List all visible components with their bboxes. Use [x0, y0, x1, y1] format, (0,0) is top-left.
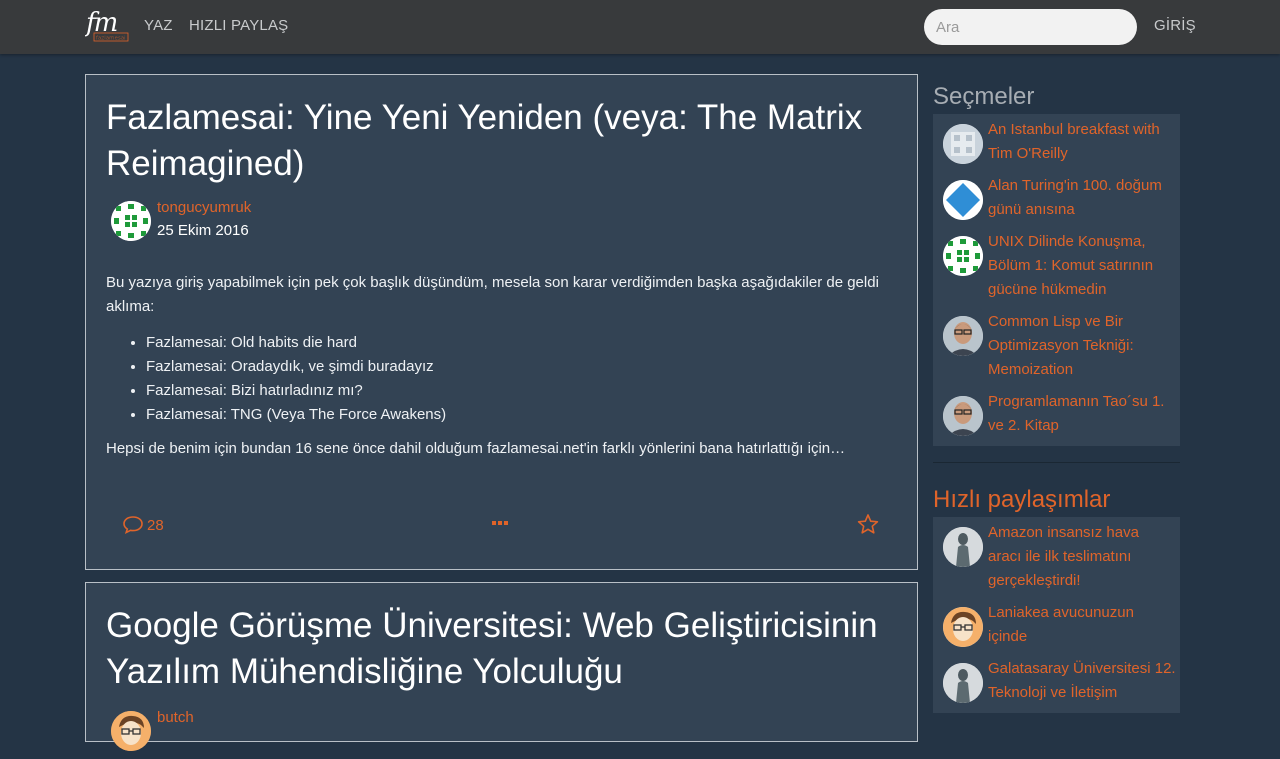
- comment-count: 28: [147, 516, 164, 534]
- comments-button[interactable]: 28: [122, 515, 164, 535]
- post-excerpt: Bu yazıya giriş yapabilmek için pek çok …: [86, 249, 917, 461]
- quick-shares-list: Amazon insansız hava aracı ile ilk tesli…: [933, 517, 1180, 713]
- quick-share-link[interactable]: Galatasaray Üniversitesi 12. Teknoloji v…: [988, 657, 1176, 705]
- sidebar: Seçmeler An Istanbul breakfast with Tim …: [933, 80, 1180, 713]
- site-logo[interactable]: fm fazlamesai: [85, 9, 129, 43]
- sidebar-divider: [933, 462, 1180, 463]
- selection-link[interactable]: UNIX Dilinde Konuşma, Bölüm 1: Komut sat…: [988, 230, 1176, 302]
- favorite-button[interactable]: [857, 513, 879, 539]
- selections-list: An Istanbul breakfast with Tim O'Reilly …: [933, 114, 1180, 446]
- nav-write-link[interactable]: YAZ: [144, 17, 173, 34]
- quick-share-link[interactable]: Amazon insansız hava aracı ile ilk tesli…: [988, 521, 1176, 593]
- author-avatar[interactable]: [943, 124, 983, 164]
- comment-icon: [123, 516, 143, 535]
- selection-link[interactable]: An Istanbul breakfast with Tim O'Reilly: [988, 118, 1176, 166]
- selection-link[interactable]: Alan Turing'in 100. doğum günü anısına: [988, 174, 1176, 222]
- post-card: Fazlamesai: Yine Yeni Yeniden (veya: The…: [85, 74, 918, 570]
- author-link[interactable]: tongucyumruk: [157, 199, 251, 216]
- list-item: Common Lisp ve Bir Optimizasyon Tekniği:…: [933, 310, 1180, 390]
- author-link[interactable]: butch: [157, 709, 194, 726]
- nav-quick-share-link[interactable]: HIZLI PAYLAŞ: [189, 17, 288, 34]
- post-title[interactable]: Fazlamesai: Yine Yeni Yeniden (veya: The…: [86, 75, 917, 187]
- post-actions: 28: [86, 501, 917, 561]
- list-item: Fazlamesai: Oradaydık, ve şimdi buradayı…: [146, 355, 897, 379]
- author-avatar[interactable]: [943, 316, 983, 356]
- search-input[interactable]: [924, 9, 1137, 45]
- quick-share-link[interactable]: Laniakea avucunuzun içinde: [988, 601, 1176, 649]
- login-link[interactable]: GİRİŞ: [1154, 17, 1196, 34]
- list-item: An Istanbul breakfast with Tim O'Reilly: [933, 118, 1180, 174]
- svg-text:fazlamesai: fazlamesai: [96, 36, 126, 42]
- list-item: Fazlamesai: Bizi hatırladınız mı?: [146, 379, 897, 403]
- selection-link[interactable]: Programlamanın Tao´su 1. ve 2. Kitap: [988, 390, 1176, 438]
- list-item: Fazlamesai: TNG (Veya The Force Awakens): [146, 403, 897, 427]
- post-meta: butch: [86, 709, 917, 759]
- list-item: Galatasaray Üniversitesi 12. Teknoloji v…: [933, 657, 1180, 713]
- excerpt-list: Fazlamesai: Old habits die hard Fazlames…: [146, 331, 897, 427]
- list-item: Alan Turing'in 100. doğum günü anısına: [933, 174, 1180, 230]
- post-title[interactable]: Google Görüşme Üniversitesi: Web Gelişti…: [86, 583, 917, 695]
- excerpt-intro: Bu yazıya giriş yapabilmek için pek çok …: [106, 274, 879, 315]
- list-item: Programlamanın Tao´su 1. ve 2. Kitap: [933, 390, 1180, 446]
- more-options-button[interactable]: [490, 513, 510, 537]
- list-item: Amazon insansız hava aracı ile ilk tesli…: [933, 521, 1180, 601]
- quick-shares-heading[interactable]: Hızlı paylaşımlar: [933, 483, 1180, 517]
- author-avatar[interactable]: [111, 711, 151, 751]
- top-navbar: fm fazlamesai YAZ HIZLI PAYLAŞ GİRİŞ: [0, 0, 1280, 54]
- list-item: UNIX Dilinde Konuşma, Bölüm 1: Komut sat…: [933, 230, 1180, 310]
- list-item: Fazlamesai: Old habits die hard: [146, 331, 897, 355]
- star-icon: [857, 514, 879, 534]
- post-meta: tongucyumruk 25 Ekim 2016: [86, 199, 917, 249]
- author-avatar[interactable]: [943, 236, 983, 276]
- list-item: Laniakea avucunuzun içinde: [933, 601, 1180, 657]
- author-avatar[interactable]: [943, 527, 983, 567]
- svg-text:fm: fm: [85, 9, 117, 38]
- selections-heading: Seçmeler: [933, 83, 1035, 110]
- author-avatar[interactable]: [943, 663, 983, 703]
- author-avatar[interactable]: [111, 201, 151, 241]
- author-avatar[interactable]: [943, 180, 983, 220]
- post-date: 25 Ekim 2016: [157, 222, 249, 239]
- more-icon: [492, 521, 508, 525]
- post-card: Google Görüşme Üniversitesi: Web Gelişti…: [85, 582, 918, 751]
- author-avatar[interactable]: [943, 396, 983, 436]
- author-avatar[interactable]: [943, 607, 983, 647]
- selection-link[interactable]: Common Lisp ve Bir Optimizasyon Tekniği:…: [988, 310, 1176, 382]
- excerpt-outro: Hepsi de benim için bundan 16 sene önce …: [106, 440, 846, 457]
